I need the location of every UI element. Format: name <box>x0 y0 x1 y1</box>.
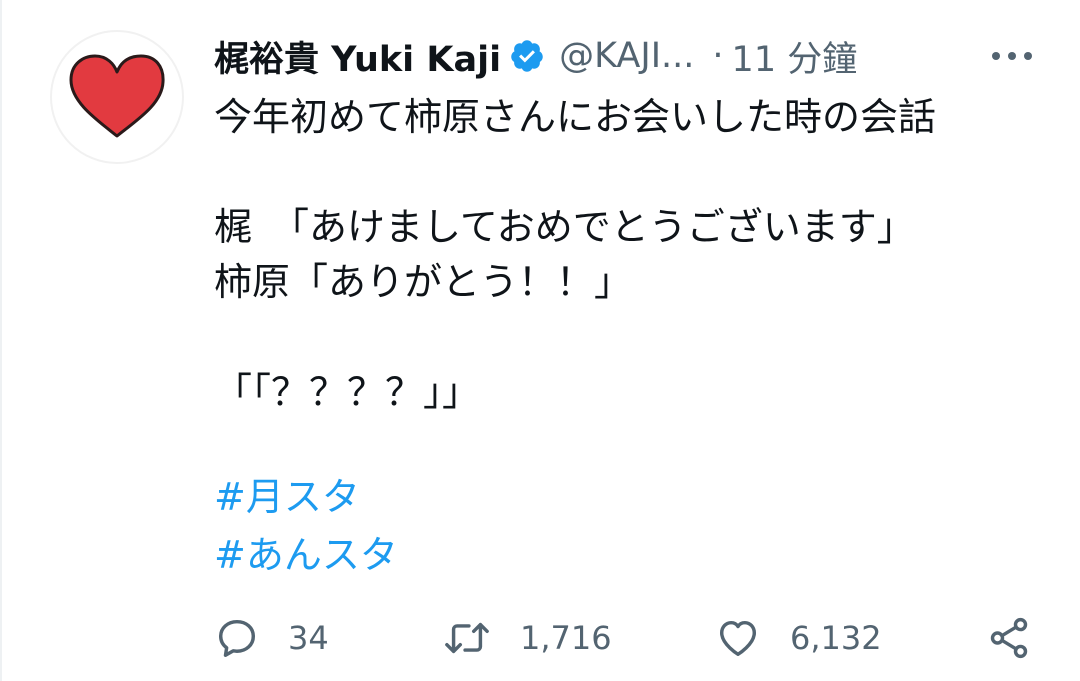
reply-bubble-icon <box>218 619 256 657</box>
like-button[interactable]: 6,132 <box>714 608 882 668</box>
retweet-icon <box>445 622 489 654</box>
tweet-header: 梶裕貴 Yuki Kaji @KAJI... · 11 分鐘 <box>214 30 1044 82</box>
share-button[interactable] <box>986 608 1032 668</box>
more-options-button[interactable] <box>984 36 1044 76</box>
avatar[interactable] <box>50 30 184 164</box>
handle[interactable]: @KAJI... <box>559 36 694 76</box>
share-icon <box>990 617 1028 659</box>
reply-count: 34 <box>288 619 329 657</box>
like-count: 6,132 <box>790 619 882 657</box>
tweet-text: 今年初めて柿原さんにお会いした時の会話 梶 「あけましておめでとうございます」 … <box>214 95 937 414</box>
tweet-card[interactable]: 梶裕貴 Yuki Kaji @KAJI... · 11 分鐘 今年初めて柿原さん… <box>0 0 1080 681</box>
retweet-button[interactable]: 1,716 <box>442 608 612 668</box>
action-bar: 34 1,716 6,132 <box>214 608 1044 668</box>
reply-button[interactable]: 34 <box>214 608 329 668</box>
hashtag-link[interactable]: #あんスタ <box>214 526 398 584</box>
timestamp[interactable]: 11 分鐘 <box>732 31 858 82</box>
hashtag-link[interactable]: #月スタ <box>214 468 398 526</box>
more-dots-icon <box>992 52 1032 60</box>
verified-badge-icon <box>509 38 545 74</box>
retweet-count: 1,716 <box>520 619 612 657</box>
display-name[interactable]: 梶裕貴 Yuki Kaji <box>214 31 501 82</box>
separator-dot: · <box>712 36 724 76</box>
heart-avatar-icon <box>69 54 165 138</box>
hashtag-list: #月スタ #あんスタ <box>214 468 398 584</box>
heart-outline-icon <box>719 620 757 657</box>
